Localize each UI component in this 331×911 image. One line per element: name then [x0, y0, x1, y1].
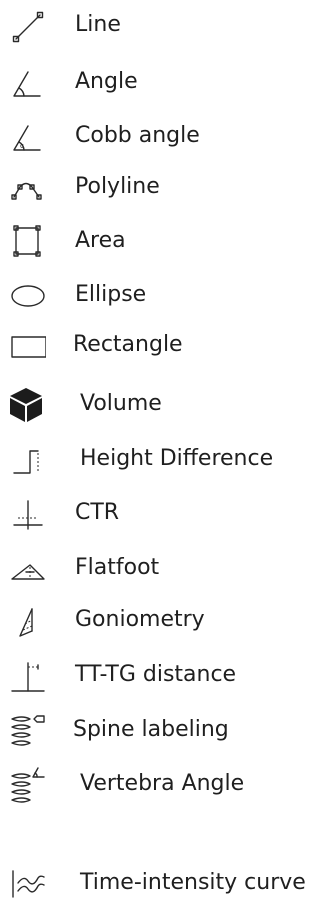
menu-item-vertebra-angle[interactable]: Vertebra Angle	[0, 759, 331, 809]
menu-item-label: Area	[75, 228, 126, 253]
polyline-icon	[6, 167, 46, 207]
menu-item-label: Volume	[80, 391, 162, 416]
ctr-icon	[6, 493, 46, 533]
menu-item-ellipse[interactable]: Ellipse	[0, 270, 331, 320]
vertebra-angle-icon	[6, 764, 46, 804]
line-icon	[6, 5, 46, 45]
menu-item-height-difference[interactable]: Height Difference	[0, 434, 331, 484]
tt-tg-distance-icon	[6, 655, 46, 695]
menu-item-label: Line	[75, 12, 121, 37]
menu-item-label: TT-TG distance	[75, 662, 237, 687]
height-difference-icon	[6, 439, 46, 479]
menu-item-spine-labeling[interactable]: Spine labeling	[0, 705, 331, 755]
goniometry-icon	[6, 600, 46, 640]
cobb-angle-icon: c	[6, 116, 46, 156]
menu-item-label: Angle	[75, 69, 138, 94]
menu-item-label: Rectangle	[73, 332, 183, 357]
menu-item-label: Ellipse	[75, 282, 147, 307]
menu-item-label: Spine labeling	[73, 717, 229, 742]
flatfoot-icon	[6, 548, 46, 588]
menu-item-time-intensity-curve[interactable]: Time-intensity curve	[0, 858, 331, 908]
menu-item-cobb-angle[interactable]: c Cobb angle	[0, 111, 331, 161]
spine-labeling-icon	[6, 710, 46, 750]
angle-icon	[6, 62, 46, 102]
menu-item-label: Polyline	[75, 174, 160, 199]
menu-item-label: Cobb angle	[75, 123, 200, 148]
menu-item-label: Time-intensity curve	[80, 870, 306, 895]
menu-item-flatfoot[interactable]: Flatfoot	[0, 543, 331, 593]
time-intensity-curve-icon	[6, 863, 46, 903]
ellipse-icon	[6, 275, 46, 315]
area-icon	[6, 221, 46, 261]
menu-item-angle[interactable]: Angle	[0, 57, 331, 107]
volume-icon	[6, 384, 46, 424]
menu-item-label: CTR	[75, 500, 120, 525]
svg-text:c: c	[20, 142, 24, 150]
menu-item-tt-tg-distance[interactable]: TT-TG distance	[0, 650, 331, 700]
menu-item-ctr[interactable]: CTR	[0, 488, 331, 538]
measurement-tools-menu: Line Angle c Cobb angle Polyline Area El…	[0, 0, 331, 911]
menu-item-label: Goniometry	[75, 607, 205, 632]
menu-item-line[interactable]: Line	[0, 0, 331, 50]
menu-item-rectangle[interactable]: Rectangle	[0, 320, 331, 370]
menu-item-label: Flatfoot	[75, 555, 160, 580]
rectangle-icon	[6, 325, 46, 365]
menu-item-label: Height Difference	[80, 446, 274, 471]
menu-item-label: Vertebra Angle	[80, 771, 245, 796]
menu-item-goniometry[interactable]: Goniometry	[0, 595, 331, 645]
menu-item-area[interactable]: Area	[0, 216, 331, 266]
menu-item-polyline[interactable]: Polyline	[0, 162, 331, 212]
menu-item-volume[interactable]: Volume	[0, 379, 331, 429]
